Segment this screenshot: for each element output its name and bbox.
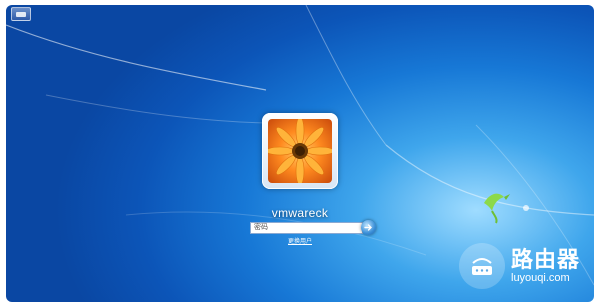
ease-of-access-button[interactable] [11,7,31,21]
password-input[interactable] [250,222,363,234]
flower-avatar-icon [268,119,332,183]
router-logo-icon [459,243,505,289]
login-submit-button[interactable] [361,220,376,235]
ease-of-access-icon [16,11,26,17]
arrow-right-icon [364,224,372,231]
user-avatar [262,113,338,189]
watermark-logo: 路由器 luyouqi.com [459,242,580,290]
watermark-url: luyouqi.com [511,271,570,284]
username-label: vmwareck [271,206,329,220]
watermark-brand: 路由器 [511,246,581,272]
